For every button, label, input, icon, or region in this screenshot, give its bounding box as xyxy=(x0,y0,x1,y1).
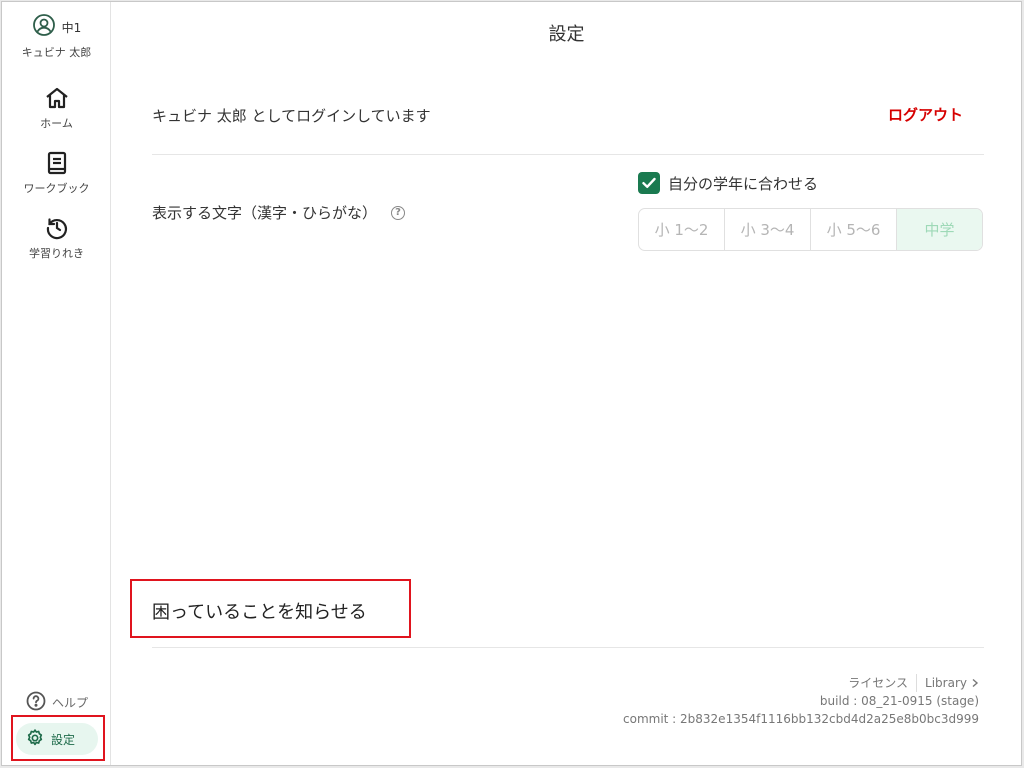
footer: ライセンス Library build : 08_21-0915 (stage)… xyxy=(623,674,979,728)
grade-option-selected[interactable]: 中学 xyxy=(897,209,982,250)
grade-segmented-control: 小 1〜2 小 3〜4 小 5〜6 中学 xyxy=(638,208,983,251)
help-button[interactable]: ヘルプ xyxy=(26,691,88,714)
profile[interactable]: 中1 キュビナ 太郎 xyxy=(2,14,111,60)
chevron-right-icon xyxy=(972,678,979,688)
book-icon xyxy=(2,151,111,175)
library-link[interactable]: Library xyxy=(917,674,979,692)
match-grade-checkbox-row[interactable]: 自分の学年に合わせる xyxy=(638,172,818,194)
home-icon xyxy=(2,86,111,110)
sidebar-item-label: 学習りれき xyxy=(29,247,84,260)
sidebar-item-home[interactable]: ホーム xyxy=(2,86,111,131)
divider xyxy=(152,154,984,155)
display-text-setting: 表示する文字（漢字・ひらがな） ? xyxy=(152,202,406,223)
match-grade-checkbox[interactable] xyxy=(638,172,660,194)
display-text-label: 表示する文字（漢字・ひらがな） xyxy=(152,204,378,222)
grade-option[interactable]: 小 5〜6 xyxy=(811,209,897,250)
history-icon xyxy=(2,216,111,240)
question-mark-icon[interactable]: ? xyxy=(391,205,406,220)
help-icon xyxy=(26,691,46,714)
sidebar-item-history[interactable]: 学習りれき xyxy=(2,216,111,261)
match-grade-label: 自分の学年に合わせる xyxy=(668,174,819,193)
grade-option[interactable]: 小 1〜2 xyxy=(639,209,725,250)
grade-option[interactable]: 小 3〜4 xyxy=(725,209,811,250)
page-title: 設定 xyxy=(548,24,585,45)
divider xyxy=(152,647,984,648)
login-status-text: キュビナ 太郎 としてログインしています xyxy=(152,107,431,125)
checkmark-icon xyxy=(642,177,656,188)
license-link[interactable]: ライセンス xyxy=(848,674,918,692)
sidebar-item-settings[interactable]: 設定 xyxy=(16,723,98,755)
user-avatar-icon xyxy=(32,13,56,41)
sidebar-item-workbook[interactable]: ワークブック xyxy=(2,151,111,196)
sidebar-item-label: ホーム xyxy=(40,117,73,130)
build-info: build : 08_21-0915 (stage) xyxy=(819,694,979,708)
sidebar: 中1 キュビナ 太郎 ホーム ワークブック 学習りれき ヘルプ 設定 xyxy=(2,2,111,765)
profile-grade: 中1 xyxy=(61,20,82,35)
sidebar-item-label: ワークブック xyxy=(23,182,90,195)
profile-name: キュビナ 太郎 xyxy=(21,46,92,59)
logout-button[interactable]: ログアウト xyxy=(888,104,963,125)
settings-label: 設定 xyxy=(51,732,76,747)
library-label: Library xyxy=(925,676,967,690)
gear-icon xyxy=(25,728,45,751)
help-label: ヘルプ xyxy=(52,696,89,710)
commit-info: commit : 2b832e1354f1116bb132cbd4d2a25e8… xyxy=(623,712,979,726)
report-problem-link[interactable]: 困っていることを知らせる xyxy=(152,598,367,624)
app-window: 中1 キュビナ 太郎 ホーム ワークブック 学習りれき ヘルプ 設定 設定 キュ… xyxy=(1,1,1022,766)
